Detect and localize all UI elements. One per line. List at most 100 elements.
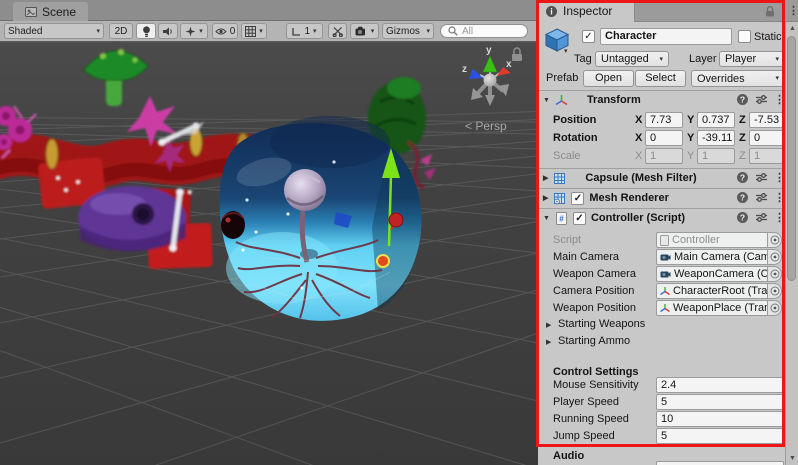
- presets-icon[interactable]: [755, 94, 768, 105]
- foldout-closed-icon[interactable]: ▶: [546, 339, 551, 346]
- grid-visibility-dropdown[interactable]: ▾: [241, 23, 267, 39]
- starting-ammo-foldout[interactable]: Starting Ammo: [558, 335, 630, 347]
- object-picker-icon[interactable]: [768, 249, 782, 265]
- inspector-menu-icon[interactable]: ⋮: [788, 4, 798, 17]
- axis-z-label: z: [462, 64, 467, 75]
- gameobject-name-field[interactable]: Character: [600, 28, 732, 45]
- running-speed-field[interactable]: 10: [656, 411, 784, 427]
- starting-weapons-foldout[interactable]: Starting Weapons: [558, 318, 645, 330]
- camera-position-label: Camera Position: [553, 285, 634, 297]
- tag-dropdown[interactable]: Untagged▾: [595, 51, 669, 67]
- position-x-field[interactable]: 7.73: [645, 112, 683, 128]
- presets-icon[interactable]: [755, 212, 768, 223]
- position-y-field[interactable]: 0.737: [697, 112, 735, 128]
- scrollbar-thumb[interactable]: [787, 36, 796, 281]
- scale-label: Scale: [553, 150, 581, 162]
- grid-snap-dropdown[interactable]: 1 ▾: [286, 23, 323, 39]
- help-icon[interactable]: ?: [736, 211, 749, 224]
- component-menu-icon[interactable]: ⋮: [774, 211, 785, 224]
- object-picker-icon[interactable]: [768, 232, 782, 248]
- object-picker-icon[interactable]: [768, 300, 782, 316]
- chevron-down-icon: ▾: [371, 28, 375, 35]
- static-checkbox[interactable]: [738, 30, 751, 43]
- component-menu-icon[interactable]: ⋮: [774, 93, 785, 106]
- chevron-down-icon: ▾: [96, 28, 100, 35]
- mesh-filter-icon: [553, 172, 566, 185]
- chevron-down-icon: ▾: [426, 28, 430, 35]
- lock-icon[interactable]: [764, 5, 776, 18]
- rotation-z-field[interactable]: 0: [749, 130, 785, 146]
- icon-picker-chevron[interactable]: ▾: [564, 48, 568, 55]
- audio-field-partial[interactable]: [656, 461, 784, 465]
- component-menu-icon[interactable]: ⋮: [774, 171, 785, 184]
- svg-text:?: ?: [740, 193, 745, 203]
- script-icon: #: [555, 212, 568, 225]
- help-icon[interactable]: ?: [736, 191, 749, 204]
- control-settings-title: Control Settings: [553, 366, 639, 378]
- help-icon[interactable]: ?: [736, 93, 749, 106]
- foldout-closed-icon[interactable]: ▶: [543, 195, 548, 202]
- jump-speed-field[interactable]: 5: [656, 428, 784, 444]
- layer-label: Layer: [689, 53, 717, 65]
- camera-settings-dropdown[interactable]: ▾: [350, 23, 379, 39]
- help-icon[interactable]: ?: [736, 171, 749, 184]
- inspector-tab-label: Inspector: [563, 4, 612, 18]
- inspector-panel: i Inspector ⋮ ▾ ✓ Character Static ▾ Tag…: [538, 0, 798, 465]
- draw-mode-dropdown[interactable]: Shaded▾: [4, 23, 104, 39]
- prefab-overrides-dropdown[interactable]: Overrides▾: [691, 70, 785, 87]
- scale-y-field[interactable]: 1: [697, 148, 735, 164]
- position-z-field[interactable]: -7.53: [749, 112, 785, 128]
- controller-enabled-checkbox[interactable]: ✓: [573, 212, 586, 225]
- effects-dropdown[interactable]: ▾: [180, 23, 208, 39]
- foldout-open-icon[interactable]: ▼: [543, 215, 550, 222]
- scale-z-field[interactable]: 1: [749, 148, 785, 164]
- camera-position-object-field[interactable]: CharacterRoot (Tran: [656, 283, 768, 299]
- lighting-toggle-button[interactable]: [136, 23, 156, 39]
- weapon-position-object-field[interactable]: WeaponPlace (Tran: [656, 300, 768, 316]
- player-speed-field[interactable]: 5: [656, 394, 784, 410]
- audio-toggle-button[interactable]: [158, 23, 178, 39]
- rotation-x-field[interactable]: 0: [645, 130, 683, 146]
- transform-icon: [660, 303, 670, 313]
- rotation-y-field[interactable]: -39.11: [697, 130, 735, 146]
- snap-value: 1: [304, 26, 310, 37]
- component-menu-icon[interactable]: ⋮: [774, 191, 785, 204]
- active-checkbox[interactable]: ✓: [582, 30, 595, 43]
- foldout-open-icon[interactable]: ▼: [543, 97, 550, 104]
- presets-icon[interactable]: [755, 172, 768, 183]
- scene-viewport[interactable]: y x z < Persp: [0, 42, 538, 465]
- rotation-label: Rotation: [553, 132, 598, 144]
- tab-scene[interactable]: Scene: [13, 2, 88, 22]
- prefab-label: Prefab: [546, 72, 578, 84]
- 2d-toggle-button[interactable]: 2D: [109, 23, 133, 39]
- cut-tool-button[interactable]: [328, 23, 347, 39]
- layer-dropdown[interactable]: Player▾: [719, 51, 785, 67]
- object-picker-icon[interactable]: [768, 266, 782, 282]
- presets-icon[interactable]: [755, 192, 768, 203]
- mouse-sensitivity-field[interactable]: 2.4: [656, 377, 784, 393]
- gizmos-dropdown[interactable]: Gizmos ▾: [382, 23, 434, 39]
- scroll-down-icon[interactable]: ▼: [787, 455, 798, 462]
- foldout-closed-icon[interactable]: ▶: [543, 175, 548, 182]
- script-icon: [660, 235, 669, 246]
- foldout-closed-icon[interactable]: ▶: [546, 322, 551, 329]
- chevron-down-icon: ▾: [259, 28, 263, 35]
- hidden-count: 0: [230, 26, 236, 37]
- scale-x-field[interactable]: 1: [645, 148, 683, 164]
- scroll-up-icon[interactable]: ▲: [787, 25, 798, 32]
- main-camera-object-field[interactable]: Main Camera (Came: [656, 249, 768, 265]
- mesh-renderer-title: Mesh Renderer: [589, 192, 668, 204]
- scene-search-input[interactable]: All: [440, 24, 528, 38]
- mesh-renderer-enabled-checkbox[interactable]: ✓: [571, 192, 584, 205]
- scene-visibility-toggle[interactable]: 0: [212, 23, 238, 39]
- prefab-open-button[interactable]: Open: [583, 70, 634, 87]
- tab-inspector[interactable]: i Inspector: [538, 0, 635, 22]
- persp-label[interactable]: < Persp: [465, 119, 507, 133]
- script-label: Script: [553, 234, 581, 246]
- weapon-camera-object-field[interactable]: WeaponCamera (Ca: [656, 266, 768, 282]
- object-picker-icon[interactable]: [768, 283, 782, 299]
- transform-icon: [660, 286, 670, 296]
- snap-angle-icon: [292, 27, 301, 36]
- prefab-select-button[interactable]: Select: [635, 70, 686, 87]
- chevron-down-icon: ▾: [313, 28, 317, 35]
